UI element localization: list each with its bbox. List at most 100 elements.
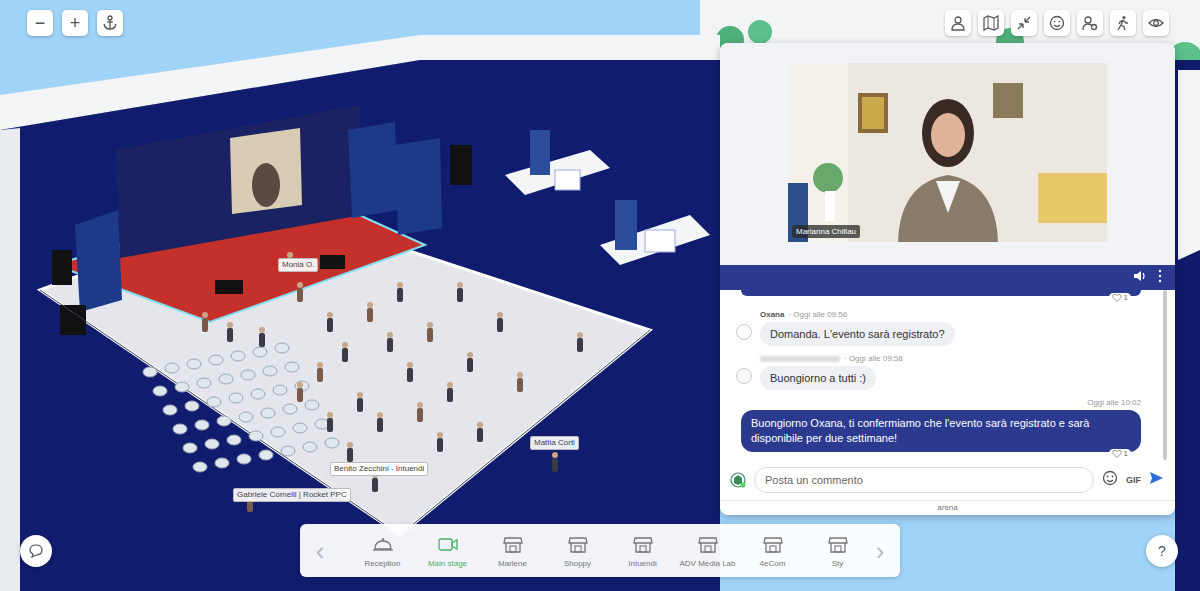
send-button[interactable] [1149,471,1163,489]
profile-button[interactable] [945,10,971,36]
help-button[interactable]: ? [1146,535,1178,567]
location-item[interactable]: Reception [350,524,415,577]
chat-header-bar [720,265,1175,290]
message-meta: · Oggi alle 09:58 [760,354,903,363]
zoom-in-button[interactable]: + [62,10,88,36]
location-item[interactable]: Shoppy [545,524,610,577]
location-item[interactable]: 4eCom [740,524,805,577]
map-controls: −+ [27,10,123,36]
video-frame [788,63,1107,242]
my-avatar[interactable] [730,472,746,488]
like-count[interactable]: 1 [1109,293,1131,302]
location-label: Intuendi [628,559,656,568]
location-label: Marlene [498,559,527,568]
message-bubble: Domanda. L'evento sarà registrato? [760,322,955,346]
anchor-icon [102,15,118,31]
user-avatar[interactable] [736,324,752,340]
comment-input[interactable] [754,467,1094,493]
emoji-icon [1102,470,1118,486]
like-number: 1 [1124,449,1128,458]
message-time: · Oggi alle 09:58 [844,354,903,363]
comment-composer: GIF [720,460,1175,500]
message: Oxana · Oggi alle 09:56 Domanda. L'evento … [736,310,1141,346]
previous-button[interactable]: ‹ [300,538,340,564]
speaker-video: Marianna Chillau [788,63,1107,242]
map-button[interactable] [978,10,1004,36]
view-button[interactable] [1143,10,1169,36]
message-time: · Oggi alle 09:56 [788,310,847,319]
message-meta: Oxana · Oggi alle 09:56 [760,310,955,319]
chat-toggle-button[interactable] [20,535,52,567]
avatar-label[interactable]: Benito Zecchini - Intuendi [330,462,428,476]
message-bubble: Buongiorno Oxana, ti confermiamo che l'e… [741,410,1141,452]
shop-icon [697,534,719,554]
location-bar: ‹ Reception Main stage Marlene Shoppy Intuend… [300,524,900,577]
shop-icon [827,534,849,554]
location-item[interactable]: Main stage [415,524,480,577]
compress-icon [1016,15,1032,31]
location-label: 4eCom [760,559,786,568]
powered-by: arena [720,500,1175,515]
shop-icon [762,534,784,554]
chat-bubble-icon [29,544,43,558]
minimize-button[interactable] [1011,10,1037,36]
more-options-button[interactable] [1157,269,1163,287]
location-label: Main stage [428,559,467,568]
eye-icon [1148,15,1164,31]
user-avatar[interactable] [736,368,752,384]
walking-icon [1115,15,1131,31]
author-name[interactable]: Oxana [760,310,784,319]
avatar-label[interactable]: Gabriele Cornelli | Rocket PPC [233,488,351,502]
heart-icon [1112,293,1122,302]
location-item[interactable]: Marlene [480,524,545,577]
speaker-name: Marianna Chillau [792,225,860,238]
more-icon [1157,269,1163,283]
toolbar [945,10,1169,36]
location-label: ADV Media Lab [679,559,735,568]
chat-panel: Marianna Chillau 1 Oxana · Oggi alle 09:56 D… [720,43,1175,515]
message: · Oggi alle 09:58 Buongiorno a tutti :) [736,354,1141,390]
smiley-icon [1049,15,1065,31]
send-icon [1149,471,1163,485]
map-icon [983,15,999,31]
message: 1 [736,290,1141,302]
gif-button[interactable]: GIF [1126,475,1141,485]
camera-icon [437,534,459,554]
location-item[interactable]: Sty [805,524,860,577]
heart-icon [1112,449,1122,458]
shop-icon [567,534,589,554]
user-settings-icon [1082,15,1098,31]
location-label: Sty [832,559,844,568]
location-item[interactable]: Intuendi [610,524,675,577]
shop-icon [632,534,654,554]
message-time: Oggi alle 10:02 [1087,398,1141,407]
shop-icon [502,534,524,554]
anchor-button[interactable] [97,10,123,36]
location-item[interactable]: ADV Media Lab [675,524,740,577]
location-label: Reception [364,559,400,568]
message: Oggi alle 10:02 Buongiorno Oxana, ti conf… [736,398,1141,458]
emote-button[interactable] [1044,10,1070,36]
scrollbar[interactable] [1163,290,1167,460]
volume-button[interactable] [1133,269,1147,287]
user-status-icon [730,472,746,488]
location-label: Shoppy [564,559,591,568]
next-button[interactable]: › [860,538,900,564]
hidden-author [760,356,840,362]
like-number: 1 [1124,293,1128,302]
message-list: 1 Oxana · Oggi alle 09:56 Domanda. L'evento… [720,290,1175,460]
bell-icon [372,534,394,554]
message-body: Oxana · Oggi alle 09:56 Domanda. L'evento … [760,310,955,346]
zoom-out-button[interactable]: − [27,10,53,36]
avatar-label[interactable]: Monia O. [278,258,318,272]
avatar-label[interactable]: Mattia Corti [530,436,579,450]
walk-button[interactable] [1110,10,1136,36]
emoji-button[interactable] [1102,470,1118,490]
location-list: Reception Main stage Marlene Shoppy Intuendi… [340,524,860,577]
message-bubble: Buongiorno a tutti :) [760,366,876,390]
speaker-icon [1133,269,1147,283]
like-count[interactable]: 1 [1109,449,1131,458]
message-body: · Oggi alle 09:58 Buongiorno a tutti :) [760,354,903,390]
bubble-wrap: Buongiorno a tutti :) [760,366,903,390]
avatar-settings-button[interactable] [1077,10,1103,36]
